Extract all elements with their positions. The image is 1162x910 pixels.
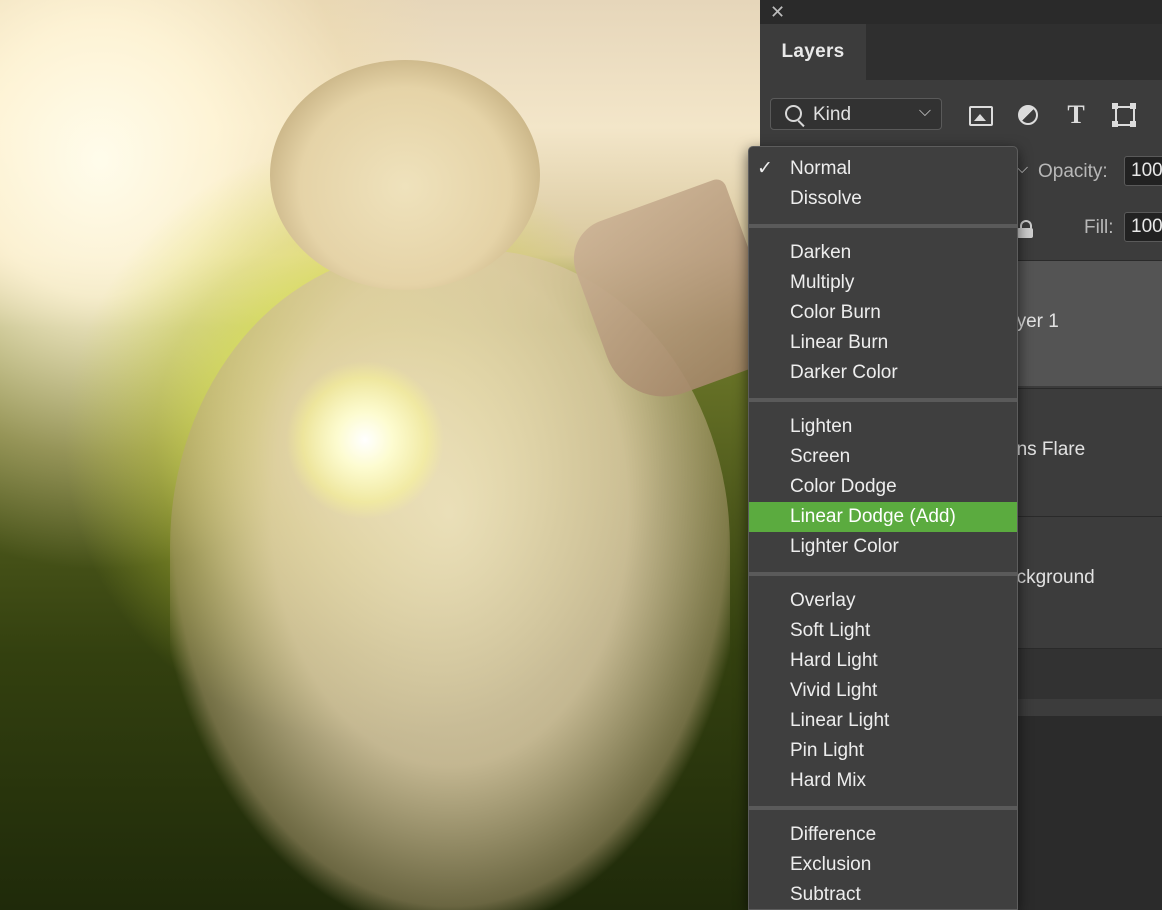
blend-mode-linear-dodge-add[interactable]: Linear Dodge (Add) — [749, 502, 1017, 532]
blend-mode-linear-burn[interactable]: Linear Burn — [749, 328, 1017, 358]
blend-mode-label: Color Burn — [790, 302, 881, 323]
blend-mode-screen[interactable]: Screen — [749, 442, 1017, 472]
opacity-field[interactable]: 100% — [1124, 156, 1162, 186]
blend-mode-difference[interactable]: Difference — [749, 820, 1017, 850]
adjustment-filter-icon[interactable] — [1014, 101, 1042, 129]
blend-mode-exclusion[interactable]: Exclusion — [749, 850, 1017, 880]
blend-mode-linear-light[interactable]: Linear Light — [749, 706, 1017, 736]
blend-mode-darker-color[interactable]: Darker Color — [749, 358, 1017, 388]
blend-mode-label: Linear Dodge (Add) — [790, 506, 956, 527]
blend-mode-label: Darken — [790, 242, 852, 263]
layer-name: ackground — [1006, 567, 1095, 588]
blend-mode-label: Overlay — [790, 590, 856, 611]
blend-mode-color-burn[interactable]: Color Burn — [749, 298, 1017, 328]
blend-mode-label: Multiply — [790, 272, 855, 293]
document-canvas[interactable] — [0, 0, 760, 910]
image-mountain — [974, 114, 986, 121]
blend-mode-label: Lighten — [790, 416, 853, 437]
blend-mode-lighter-color[interactable]: Lighter Color — [749, 532, 1017, 562]
filter-kind-select[interactable]: Kind ⌵ — [770, 98, 942, 130]
blend-mode-menu: ✓ Normal Dissolve Darken Multiply Color Burn L… — [748, 146, 1018, 910]
blend-mode-label: Hard Mix — [790, 770, 867, 791]
lens-flare-glow — [285, 360, 445, 520]
opacity-label: Opacity: — [1038, 161, 1108, 182]
lock-icon[interactable] — [1017, 220, 1033, 238]
filter-kind-value: Kind — [813, 104, 852, 125]
blend-mode-subtract[interactable]: Subtract — [749, 880, 1017, 909]
blend-mode-multiply[interactable]: Multiply — [749, 268, 1017, 298]
menu-separator — [749, 398, 1017, 402]
blend-mode-soft-light[interactable]: Soft Light — [749, 616, 1017, 646]
blend-mode-pin-light[interactable]: Pin Light — [749, 736, 1017, 766]
blend-mode-label: Linear Light — [790, 710, 890, 731]
type-filter-icon[interactable]: T — [1062, 101, 1090, 129]
blend-mode-label: Screen — [790, 446, 851, 467]
blend-mode-label: Linear Burn — [790, 332, 889, 353]
search-icon — [785, 105, 802, 122]
blend-mode-overlay[interactable]: Overlay — [749, 586, 1017, 616]
blend-mode-label: Subtract — [790, 884, 861, 905]
fill-label: Fill: — [1084, 217, 1114, 238]
blend-mode-hard-mix[interactable]: Hard Mix — [749, 766, 1017, 796]
panel-titlebar: ✕ — [760, 0, 1162, 24]
blend-mode-label: Difference — [790, 824, 877, 845]
image-filter-icon[interactable] — [966, 101, 994, 129]
blend-mode-color-dodge[interactable]: Color Dodge — [749, 472, 1017, 502]
shape-filter-icon[interactable] — [1110, 101, 1138, 129]
blend-mode-label: Exclusion — [790, 854, 872, 875]
blend-mode-label: Soft Light — [790, 620, 871, 641]
blend-mode-normal[interactable]: ✓ Normal — [749, 154, 1017, 184]
chevron-down-icon: ⌵ — [918, 103, 931, 120]
blend-mode-label: Darker Color — [790, 362, 898, 383]
shape-corner — [1130, 103, 1136, 109]
blend-mode-darken[interactable]: Darken — [749, 238, 1017, 268]
blend-mode-label: Lighter Color — [790, 536, 899, 557]
shape-corner — [1112, 121, 1118, 127]
checkmark-icon: ✓ — [757, 158, 773, 179]
fill-field[interactable]: 100% — [1124, 212, 1162, 242]
blend-mode-hard-light[interactable]: Hard Light — [749, 646, 1017, 676]
blend-mode-label: Hard Light — [790, 650, 878, 671]
blend-mode-label: Pin Light — [790, 740, 864, 761]
blend-mode-label: Color Dodge — [790, 476, 897, 497]
menu-separator — [749, 806, 1017, 810]
adjustment-ring — [1018, 105, 1038, 125]
shape-corner — [1112, 103, 1118, 109]
blend-mode-vivid-light[interactable]: Vivid Light — [749, 676, 1017, 706]
blend-mode-label: Normal — [790, 158, 852, 179]
blend-mode-label: Dissolve — [790, 188, 862, 209]
shape-corner — [1130, 121, 1136, 127]
knit-hat — [270, 60, 540, 290]
blend-mode-dissolve[interactable]: Dissolve — [749, 184, 1017, 214]
menu-separator — [749, 224, 1017, 228]
blend-mode-label: Vivid Light — [790, 680, 878, 701]
lock-body — [1017, 228, 1033, 238]
tab-layers[interactable]: Layers — [760, 24, 866, 80]
menu-separator — [749, 572, 1017, 576]
close-icon[interactable]: ✕ — [770, 2, 785, 22]
blend-mode-lighten[interactable]: Lighten — [749, 412, 1017, 442]
